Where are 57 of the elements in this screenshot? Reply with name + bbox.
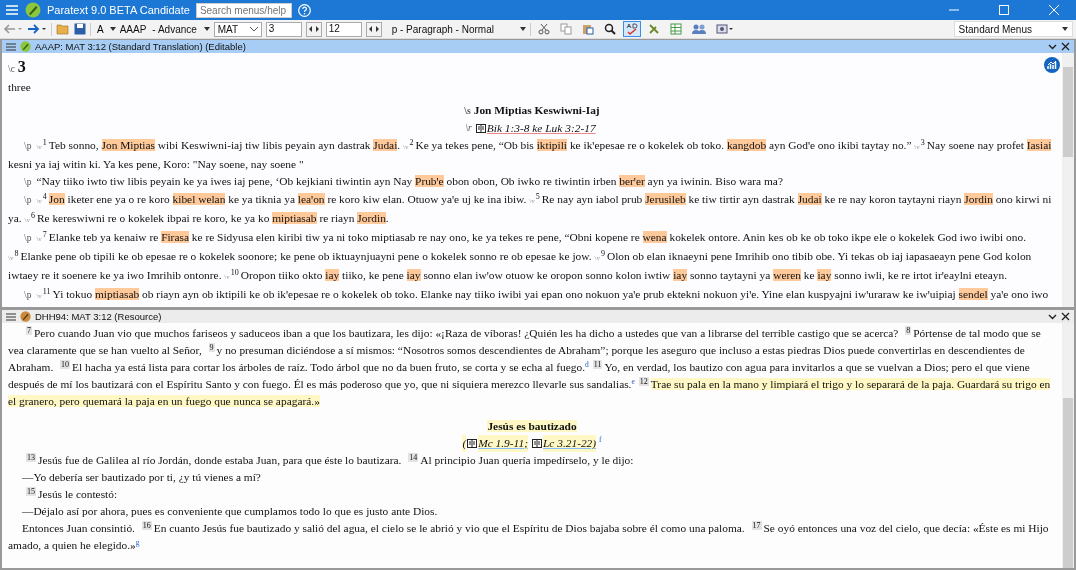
menus-dropdown[interactable]: Standard Menus (953, 21, 1073, 37)
reference-text: ( (462, 435, 467, 452)
scripture-paragraph: $^{7}$ Pero cuando Juan vio que muchos fariseos y saduceos iban a que los bautizara, les dijo: «¡Raza de víboras! ¿Quién les ha dicho a ustedes que van a librarse del terrible castigo que se acerca? $^{8}$ Pórtense de tal modo que se vea claramente que se han vuelto al Señor, $^{9}$ y no presuman diciéndose a sí mismos: “Nosotros somos descendientes de Abraham”; porque les aseguro que incluso a estas piedras Dios puede convertirlas en descendientes de Abraham. $^{10}$ El hacha ya está lista para cortar los árboles de raíz. Todo árbol que no da buen fruto, se corta y se echa al fuego.$^{d}$ $^{11}$ Yo, en verdad, los bautizo con agua para invitarlos a que se vuelvan a Dios; pero el que viene después de mí los bautizará con el Espíritu Santo y con fuego. Él es más poderoso que yo, que ni siquiera merezco llevarle sus sandalias.$^{e}$ $^{12}$ Trae su pala en la mano y limpiará el trigo y lo separará de la paja. Guardará su trigo en el granero, pero quemará la paja en un fuego que nunca se apagará.» (8, 325, 1052, 409)
chapter-spin-buttons[interactable] (305, 21, 322, 37)
style-dropdown[interactable]: p - Paragraph - Normal (391, 23, 516, 35)
back-arrow-icon[interactable] (3, 23, 23, 35)
pen-logo-icon (20, 41, 31, 52)
spell-tool-button[interactable] (622, 21, 641, 37)
scripture-paragraph: \p “Nay tiiko iwto tiw libis peyain ke ya iwes iaj pene, ‘Ob kejkiani tiwintin ayn Nay Prubꞌe obon obon, Ob iwko re tiwintin irben berꞌer ayn ya iwinin. Biso wara ma? (23, 174, 784, 189)
scrollbar[interactable] (1062, 53, 1074, 307)
menu-icon[interactable] (6, 42, 16, 51)
scripture-paragraph: $^{15}$ Jesús le contestó: (25, 486, 119, 502)
chapter-label: three (8, 81, 31, 93)
close-icon[interactable] (1061, 42, 1070, 51)
window-title: Paratext 9.0 BETA Candidate (47, 4, 190, 16)
caret-icon (109, 27, 116, 31)
chart-icon[interactable] (1044, 57, 1060, 73)
scrollbar[interactable] (1062, 323, 1074, 568)
project-dropdown[interactable]: AAAP - Advance (119, 23, 200, 35)
forward-arrow-icon[interactable] (27, 23, 47, 35)
section-heading: Jesús es bautizado (487, 420, 577, 432)
caret-icon (203, 27, 210, 31)
book-combo[interactable]: MAT (213, 21, 262, 37)
style-marker: \c (8, 64, 15, 74)
book-icon (475, 124, 486, 133)
scripture-paragraph: —Yo debería ser bautizado por ti, ¿y tú vienes a mí? (21, 470, 262, 485)
chapter-field[interactable]: 3 (265, 21, 302, 37)
pen-logo-icon (25, 2, 41, 18)
cross-reference-link[interactable]: Mc 1.9-11; (478, 435, 528, 452)
scripture-paragraph: —Déjalo así por ahora, pues es conveniente que cumplamos todo lo que es justo ante Dios. (21, 504, 439, 519)
font-dropdown[interactable]: A (95, 23, 106, 35)
pane-title: AAAP: MAT 3:12 (Standard Translation) (Editable) (35, 41, 246, 52)
cross-reference-link[interactable]: Lc 3.21-22) (542, 435, 597, 452)
verse-field[interactable]: 12 (325, 21, 362, 37)
scripture-paragraph: $^{13}$ Jesús fue de Galilea al río Jordán, donde estaba Juan, para que éste lo bautizara. $^{14}$ Al principio Juan quería impedírselo, y le dijo: (25, 452, 635, 468)
book-icon (467, 439, 478, 448)
chevron-down-icon[interactable] (1048, 43, 1057, 50)
chevron-down-icon (249, 26, 258, 32)
search-field[interactable]: Search menus/help (195, 2, 292, 18)
help-icon[interactable] (297, 3, 311, 17)
cross-reference-link[interactable]: Bik 1:3-8 ke Luk 3:2-17 (486, 120, 596, 137)
caret-icon (1062, 27, 1068, 31)
menu-icon[interactable] (6, 312, 16, 321)
book-icon (531, 439, 542, 448)
section-heading: Jon Miptias Keswiwni-Iaj (473, 104, 600, 116)
close-icon[interactable] (1061, 312, 1070, 321)
pen-logo-icon (20, 311, 31, 322)
caret-icon (519, 27, 526, 31)
chevron-down-icon[interactable] (1048, 313, 1057, 320)
chapter-number: 3 (17, 58, 26, 75)
pane-title: DHH94: MAT 3:12 (Resource) (35, 311, 162, 322)
verse-spin-buttons[interactable] (365, 21, 382, 37)
maximize-icon[interactable] (999, 5, 1009, 15)
style-marker: \r (465, 122, 472, 135)
scripture-paragraph: Entonces Juan consintió. $^{16}$ En cuanto Jesús fue bautizado y salió del agua, el cielo se le abrió y vio que el Espíritu de Dios bajaba sobre él como una paloma. $^{17}$ Se oyó entonces una voz del cielo, que decía: «Éste es mi Hijo amado, a quien he elegido.»$^{g}$ (8, 520, 1050, 553)
save-icon[interactable] (74, 23, 86, 35)
style-marker: \s (464, 106, 471, 116)
